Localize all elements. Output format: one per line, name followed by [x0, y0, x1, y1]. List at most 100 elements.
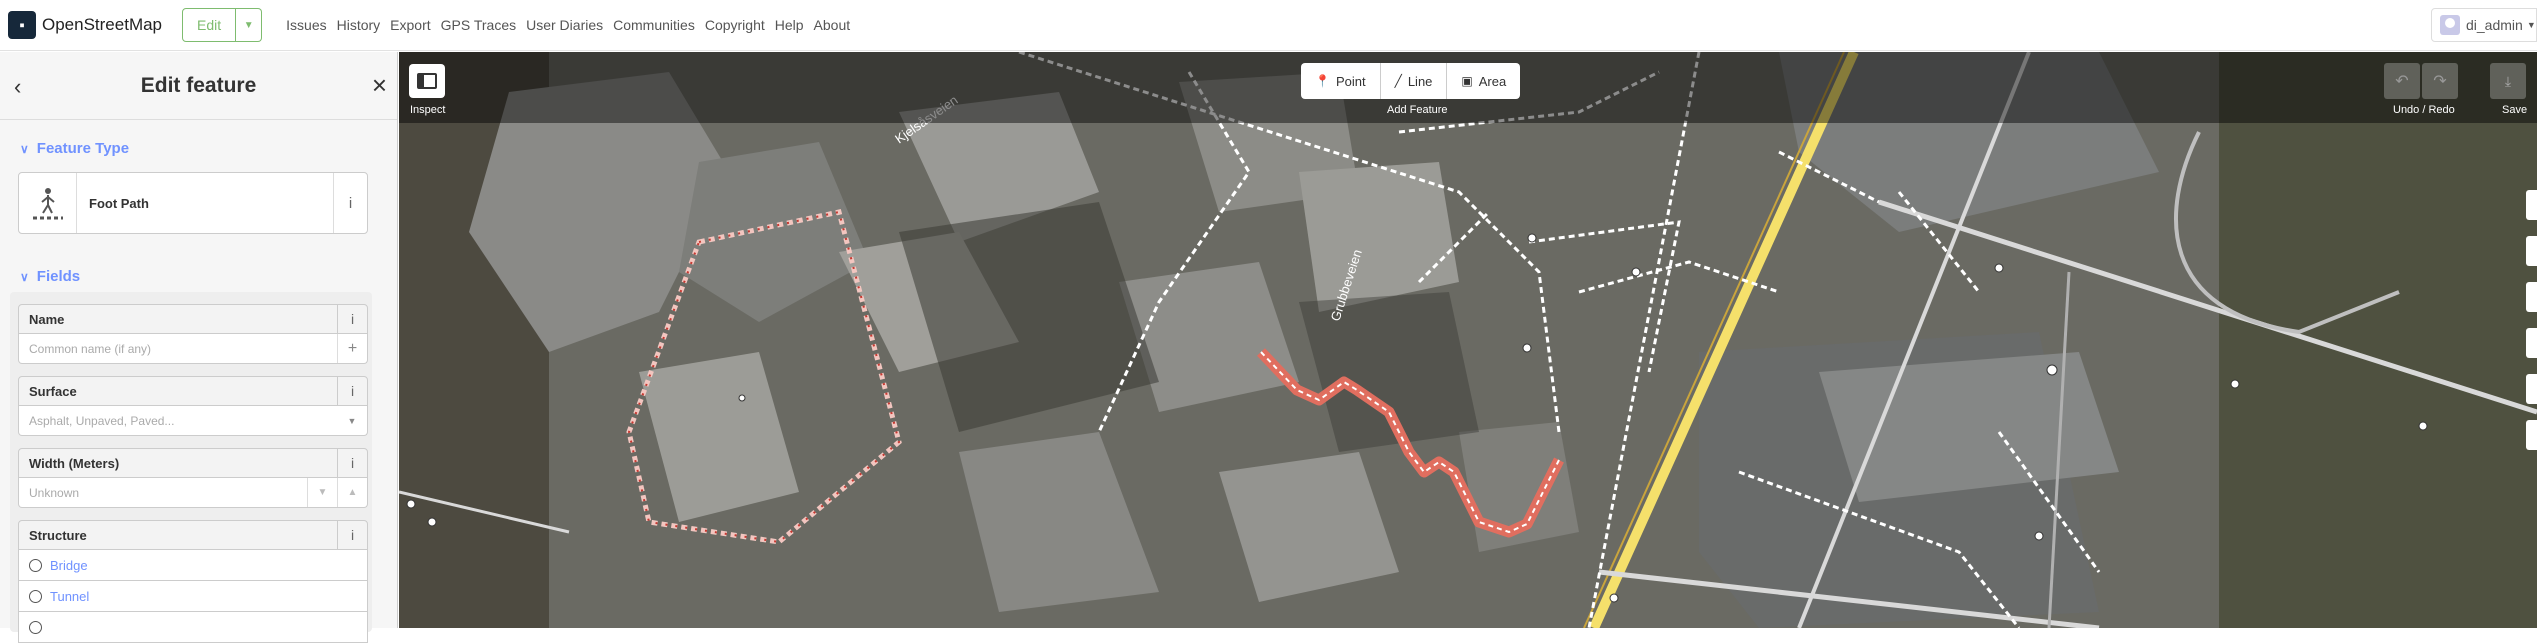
structure-field: Structure i Bridge Tunnel: [18, 520, 368, 643]
save-icon[interactable]: ⤓: [2490, 63, 2526, 99]
nav-link-history[interactable]: History: [337, 17, 381, 33]
nav-link-communities[interactable]: Communities: [613, 17, 695, 33]
decrement-icon[interactable]: ▼: [307, 478, 337, 507]
chevron-down-icon: ∨: [20, 269, 29, 284]
page-title: Edit feature: [140, 73, 257, 97]
edit-button[interactable]: Edit: [182, 8, 237, 42]
add-area-label: Area: [1478, 73, 1507, 89]
inspect-caption: Inspect: [410, 104, 446, 116]
width-input[interactable]: Unknown ▼ ▲: [18, 478, 368, 508]
radio-button[interactable]: [29, 558, 42, 572]
point-icon: 📍: [1315, 74, 1330, 88]
field-label-row: Name i: [18, 304, 368, 334]
structure-option-bridge[interactable]: Bridge: [18, 550, 368, 581]
field-label-row: Width (Meters) i: [18, 448, 368, 478]
fields-panel: Name i Common name (if any) + Surface i …: [10, 292, 372, 643]
nav-link-gps-traces[interactable]: GPS Traces: [441, 17, 516, 33]
help-icon[interactable]: [2526, 420, 2537, 450]
surface-placeholder: Asphalt, Unpaved, Paved...: [29, 413, 175, 428]
nav-links: Issues History Export GPS Traces User Di…: [286, 17, 860, 33]
structure-label: Structure: [29, 527, 87, 543]
close-icon[interactable]: ×: [372, 70, 387, 101]
geolocate-icon[interactable]: [2526, 282, 2537, 312]
option-label: Bridge: [50, 557, 88, 573]
brand[interactable]: ▪ OpenStreetMap: [8, 11, 162, 39]
surface-label: Surface: [29, 383, 77, 399]
edit-button-group: Edit ▼: [182, 8, 263, 42]
add-point-button[interactable]: 📍 Point: [1301, 63, 1381, 99]
feature-type-heading: Feature Type: [36, 140, 130, 157]
info-icon[interactable]: i: [337, 305, 367, 333]
nav-link-export[interactable]: Export: [390, 17, 430, 33]
radio-button[interactable]: [29, 589, 42, 603]
add-line-label: Line: [1407, 73, 1433, 89]
top-navigation: ▪ OpenStreetMap Edit ▼ Issues History Ex…: [0, 0, 2537, 51]
map-controls: [2526, 190, 2537, 466]
openstreetmap-logo-icon: ▪: [8, 11, 36, 39]
save-caption: Save: [2502, 104, 2528, 116]
user-menu[interactable]: di_admin ▼: [2431, 8, 2537, 42]
plus-icon[interactable]: +: [337, 334, 367, 363]
stepper: ▼ ▲: [307, 478, 367, 507]
undo-icon[interactable]: ↶: [2384, 63, 2420, 99]
brand-name: OpenStreetMap: [42, 15, 163, 34]
preset-selector[interactable]: Foot Path i: [18, 172, 368, 234]
chevron-down-icon: ∨: [20, 141, 29, 156]
undo-redo-caption: Undo / Redo: [2393, 104, 2455, 116]
increment-icon[interactable]: ▲: [337, 478, 367, 507]
info-icon[interactable]: i: [337, 449, 367, 477]
field-label-row: Structure i: [18, 520, 368, 550]
name-placeholder: Common name (if any): [29, 341, 152, 356]
undo-redo-group: ↶ ↷: [2384, 63, 2460, 99]
width-label: Width (Meters): [29, 455, 120, 471]
surface-field: Surface i Asphalt, Unpaved, Paved... ▼: [18, 376, 368, 436]
caret-down-icon[interactable]: ▼: [236, 8, 263, 42]
area-icon: ▣: [1461, 74, 1473, 88]
name-input[interactable]: Common name (if any) +: [18, 334, 368, 364]
field-label-row: Surface i: [18, 376, 368, 406]
add-area-button[interactable]: ▣ Area: [1447, 63, 1520, 99]
nav-link-about[interactable]: About: [814, 17, 851, 33]
nav-link-issues[interactable]: Issues: [286, 17, 326, 33]
zoom-out-icon[interactable]: [2526, 236, 2537, 266]
feature-type-section-toggle[interactable]: ∨ Feature Type: [20, 140, 129, 157]
info-icon[interactable]: i: [337, 377, 367, 405]
option-label: Tunnel: [50, 588, 90, 604]
foot-path-icon: [19, 173, 77, 233]
nav-link-user-diaries[interactable]: User Diaries: [526, 17, 603, 33]
fields-heading: Fields: [36, 268, 81, 285]
inspect-icon[interactable]: [409, 64, 445, 98]
info-icon[interactable]: i: [333, 173, 367, 233]
width-field: Width (Meters) i Unknown ▼ ▲: [18, 448, 368, 508]
width-placeholder: Unknown: [29, 485, 80, 500]
username: di_admin: [2466, 17, 2523, 33]
name-label: Name: [29, 311, 65, 327]
zoom-in-icon[interactable]: [2526, 190, 2537, 220]
map-imagery: Kjelsåsveien Grubbeveien: [399, 52, 2537, 628]
surface-combo[interactable]: Asphalt, Unpaved, Paved... ▼: [18, 406, 368, 436]
fields-section-toggle[interactable]: ∨ Fields: [20, 268, 80, 285]
line-icon: ╱: [1394, 74, 1402, 88]
add-line-button[interactable]: ╱ Line: [1381, 63, 1448, 99]
redo-icon[interactable]: ↷: [2422, 63, 2458, 99]
preset-name: Foot Path: [89, 195, 149, 211]
wooded-area-east: [2219, 52, 2537, 628]
name-field: Name i Common name (if any) +: [18, 304, 368, 364]
caret-down-icon[interactable]: ▼: [337, 406, 367, 435]
nav-link-help[interactable]: Help: [775, 17, 804, 33]
structure-option-tunnel[interactable]: Tunnel: [18, 581, 368, 612]
nav-link-copyright[interactable]: Copyright: [705, 17, 765, 33]
sidebar: ‹ Edit feature × ∨ Feature Type Foot Pat…: [0, 52, 398, 643]
map-data-icon[interactable]: [2526, 374, 2537, 404]
caret-down-icon: ▼: [2526, 20, 2536, 30]
radio-button[interactable]: [29, 620, 42, 634]
map-canvas[interactable]: Kjelsåsveien Grubbeveien: [399, 52, 2537, 628]
add-feature-group: 📍 Point ╱ Line ▣ Area: [1301, 63, 1521, 99]
add-feature-caption: Add Feature: [1387, 104, 1448, 116]
sidebar-header: ‹ Edit feature ×: [0, 52, 397, 120]
user-avatar-icon: [2440, 15, 2460, 35]
back-icon[interactable]: ‹: [14, 74, 21, 100]
info-icon[interactable]: i: [337, 521, 367, 549]
add-point-label: Point: [1335, 73, 1366, 89]
background-icon[interactable]: [2526, 328, 2537, 358]
